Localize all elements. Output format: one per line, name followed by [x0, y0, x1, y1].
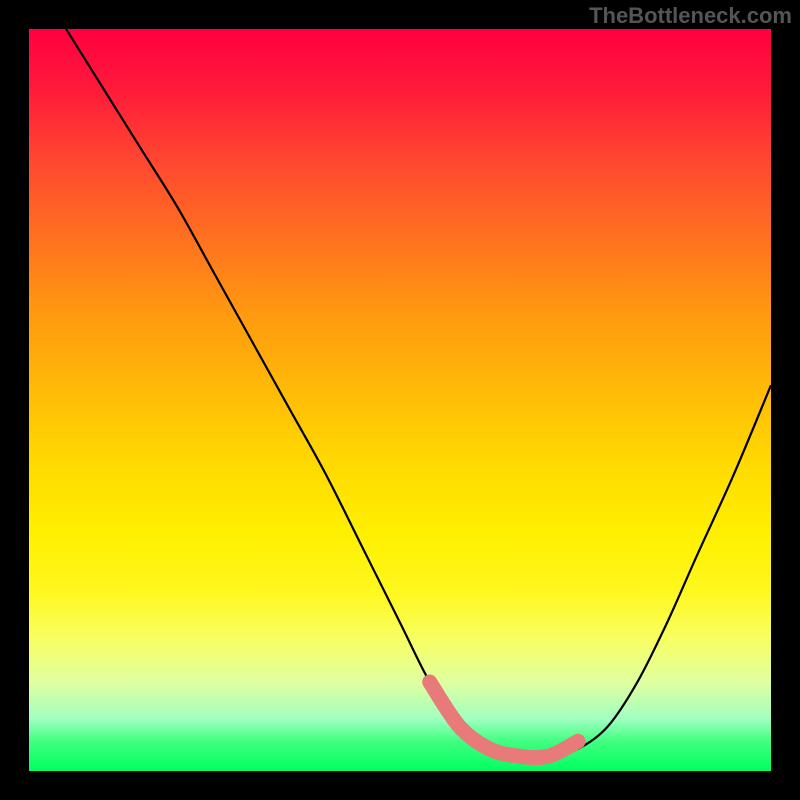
chart-plot-area: [29, 29, 771, 771]
chart-highlight: [430, 682, 578, 758]
chart-svg: [29, 29, 771, 771]
watermark-text: TheBottleneck.com: [589, 3, 792, 29]
chart-curve: [66, 29, 771, 757]
